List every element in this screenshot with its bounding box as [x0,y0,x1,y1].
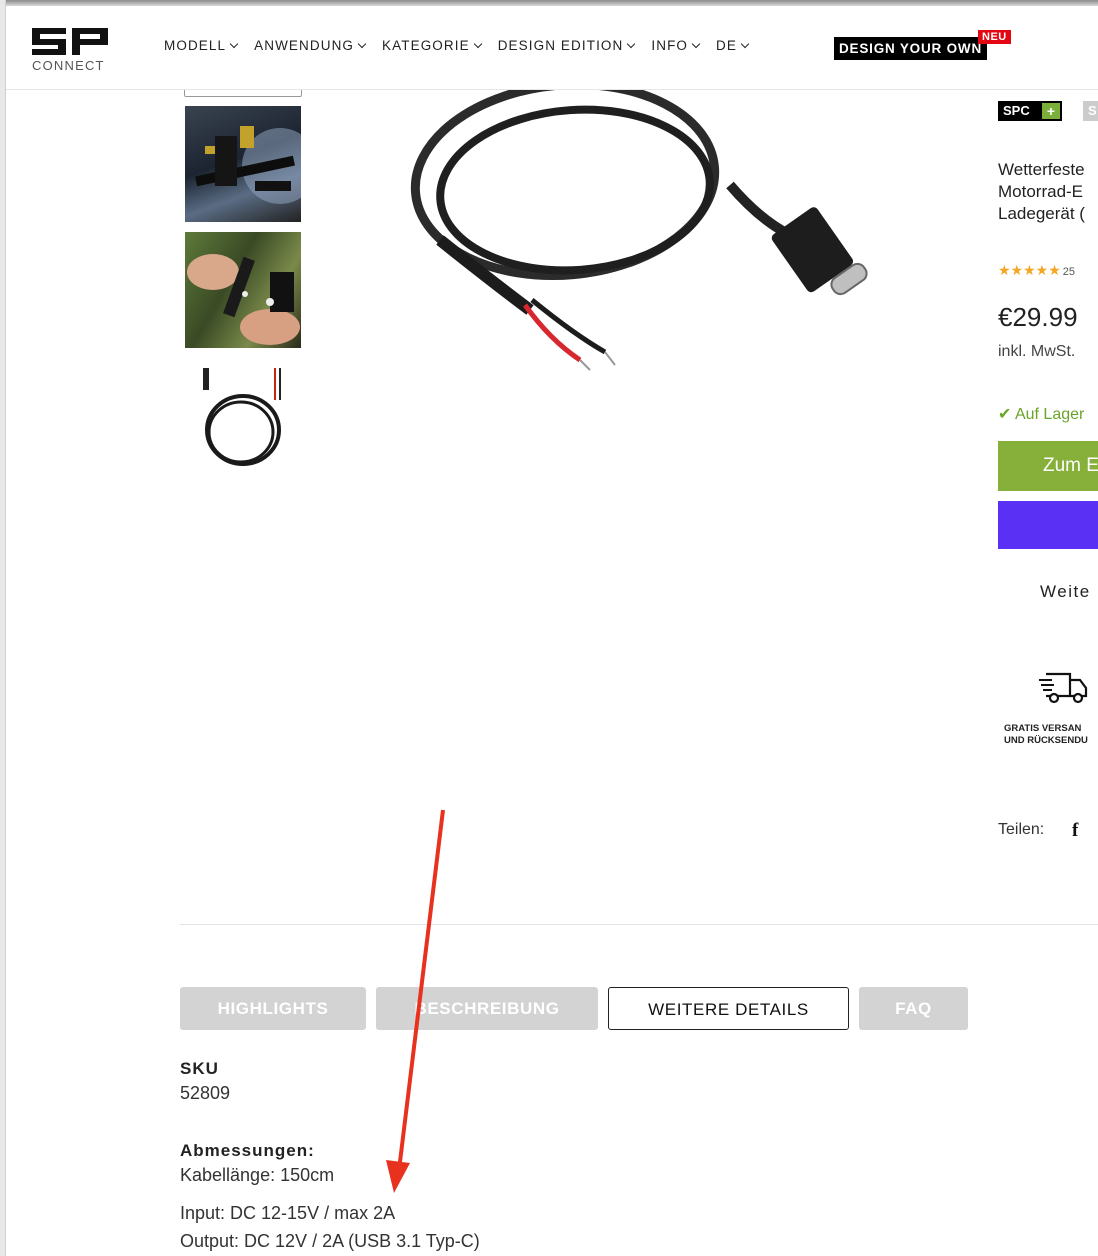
nav-label: DESIGN EDITION [497,38,624,53]
more-payment-options-link[interactable]: Weite [1040,582,1091,602]
star-icon: ★★★★★ [998,262,1061,278]
sku-value: 52809 [180,1083,231,1103]
stock-status: ✔ Auf Lager [998,404,1084,424]
tab-weitere-details[interactable]: WEITERE DETAILS [608,987,849,1030]
chevron-down-icon [229,39,239,48]
product-title-line-3: Ladegerät ( [998,204,1085,223]
nav-info[interactable]: INFO [651,38,701,53]
chevron-down-icon [357,39,367,48]
output-spec: Output: DC 12V / 2A (USB 3.1 Typ-C) [180,1231,480,1251]
check-icon: ✔ [998,406,1012,423]
product-title-line-1: Wetterfeste [998,160,1085,179]
spc-badge-label: SPC [1003,103,1030,118]
nav-label: INFO [651,38,689,53]
shipping-info: GRATIS VERSAN UND RÜCKSENDU [1004,723,1088,747]
thumbnail-hands-install[interactable] [185,232,301,348]
sku-label: SKU [180,1059,219,1078]
truck-icon [1039,672,1088,704]
cable-length: Kabellänge: 150cm [180,1165,335,1185]
price: €29.99 [998,302,1078,332]
nav-kategorie[interactable]: KATEGORIE [382,38,482,53]
dimensions-label: Abmessungen: [180,1141,315,1160]
express-pay-button[interactable] [998,501,1098,549]
plus-icon: + [1042,103,1060,119]
nav-label: ANWENDUNG [254,38,355,53]
input-spec: Input: DC 12-15V / max 2A [180,1203,396,1223]
install-photo-icon [187,254,300,345]
shipping-line-2: UND RÜCKSENDU [1004,735,1088,746]
chevron-down-icon [627,39,636,48]
logo-wordmark: CONNECT [32,58,105,73]
shipping-line-1: GRATIS VERSAN [1004,723,1082,734]
product-title-line-2: Motorrad-E [998,182,1084,201]
cable-thumb-icon [203,368,281,466]
nav-label: MODELL [164,38,227,53]
new-badge: NEU [978,30,1011,44]
thumbnail-partial[interactable] [184,90,302,97]
nav-design-edition[interactable]: DESIGN EDITION [497,38,636,53]
rating-count: 25 [1062,266,1076,278]
sp-logo-icon [32,28,108,55]
facebook-icon[interactable]: f [1072,820,1078,842]
nav-label: KATEGORIE [382,38,470,53]
nav-language[interactable]: DE [716,38,750,53]
section-divider [180,924,1098,925]
tab-highlights[interactable]: HIGHLIGHTS [180,987,366,1030]
rating[interactable]: ★★★★★ 25 [998,262,1075,279]
chevron-down-icon [473,39,482,48]
thumbnail-cable[interactable] [185,360,301,476]
tab-faq[interactable]: FAQ [859,987,968,1030]
stock-label: Auf Lager [1014,406,1085,423]
site-header: CONNECT MODELL ANWENDUNG KATEGORIE DESIG… [6,6,1098,90]
nav-label: DE [716,38,737,53]
tab-beschreibung[interactable]: BESCHREIBUNG [376,987,598,1030]
nav-anwendung[interactable]: ANWENDUNG [254,38,367,53]
window-left-edge [0,0,6,1256]
product-main-image[interactable] [400,90,900,390]
share-label: Teilen: [998,821,1045,838]
design-your-own-button[interactable]: DESIGN YOUR OWN [834,37,988,60]
nav-modell[interactable]: MODELL [164,38,239,53]
secondary-badge: S [1083,101,1098,121]
motorcycle-photo-icon [195,126,301,204]
vat-note: inkl. MwSt. [998,343,1076,360]
brand-logo[interactable]: CONNECT [32,28,112,74]
thumbnail-motorcycle-handlebar[interactable] [185,106,301,222]
chevron-down-icon [740,39,750,48]
main-nav: MODELL ANWENDUNG KATEGORIE DESIGN EDITIO… [164,38,765,53]
chevron-down-icon [691,39,701,48]
spc-badge: SPC + [998,101,1062,121]
add-to-cart-button[interactable]: Zum E [998,441,1098,491]
